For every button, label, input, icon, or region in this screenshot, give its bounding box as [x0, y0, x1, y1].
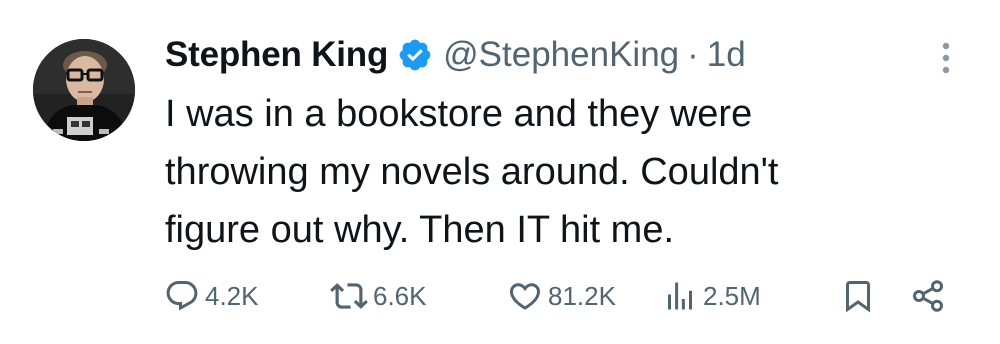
handle[interactable]: @StephenKing [443, 35, 679, 75]
share-icon [913, 280, 943, 312]
views-button[interactable]: 2.5M [662, 276, 761, 316]
bar-chart-icon [668, 282, 692, 310]
reply-bubble-icon [166, 281, 198, 311]
tweet-line: figure out why. Then IT hit me. [165, 209, 675, 251]
separator-dot: · [687, 35, 699, 74]
repost-arrows-icon [330, 283, 368, 309]
tweet-line: throwing my novels around. Couldn't [165, 151, 779, 193]
heart-icon [509, 283, 541, 310]
views-count: 2.5M [703, 280, 761, 311]
reply-button[interactable]: 4.2K [164, 276, 259, 316]
tweet-card[interactable]: Stephen King @StephenKing · 1d I was in … [0, 0, 1000, 344]
timestamp[interactable]: 1d [707, 35, 746, 75]
reply-count: 4.2K [205, 280, 259, 311]
repost-button[interactable]: 6.6K [330, 276, 427, 316]
tweet-header: Stephen King @StephenKing · 1d [165, 30, 746, 80]
bookmark-button[interactable] [840, 276, 876, 316]
like-count: 81.2K [548, 280, 616, 311]
more-vertical-icon[interactable] [934, 40, 958, 76]
share-button[interactable] [910, 276, 946, 316]
repost-count: 6.6K [373, 280, 427, 311]
display-name[interactable]: Stephen King [165, 35, 388, 75]
verified-badge-icon [397, 37, 433, 73]
bookmark-icon [846, 281, 870, 313]
like-button[interactable]: 81.2K [507, 276, 616, 316]
avatar[interactable] [33, 39, 135, 141]
tweet-line: I was in a bookstore and they were [165, 93, 753, 135]
tweet-text: I was in a bookstore and they were throw… [165, 85, 965, 259]
action-bar: 4.2K 6.6K 81.2K 2.5M [0, 276, 1000, 316]
